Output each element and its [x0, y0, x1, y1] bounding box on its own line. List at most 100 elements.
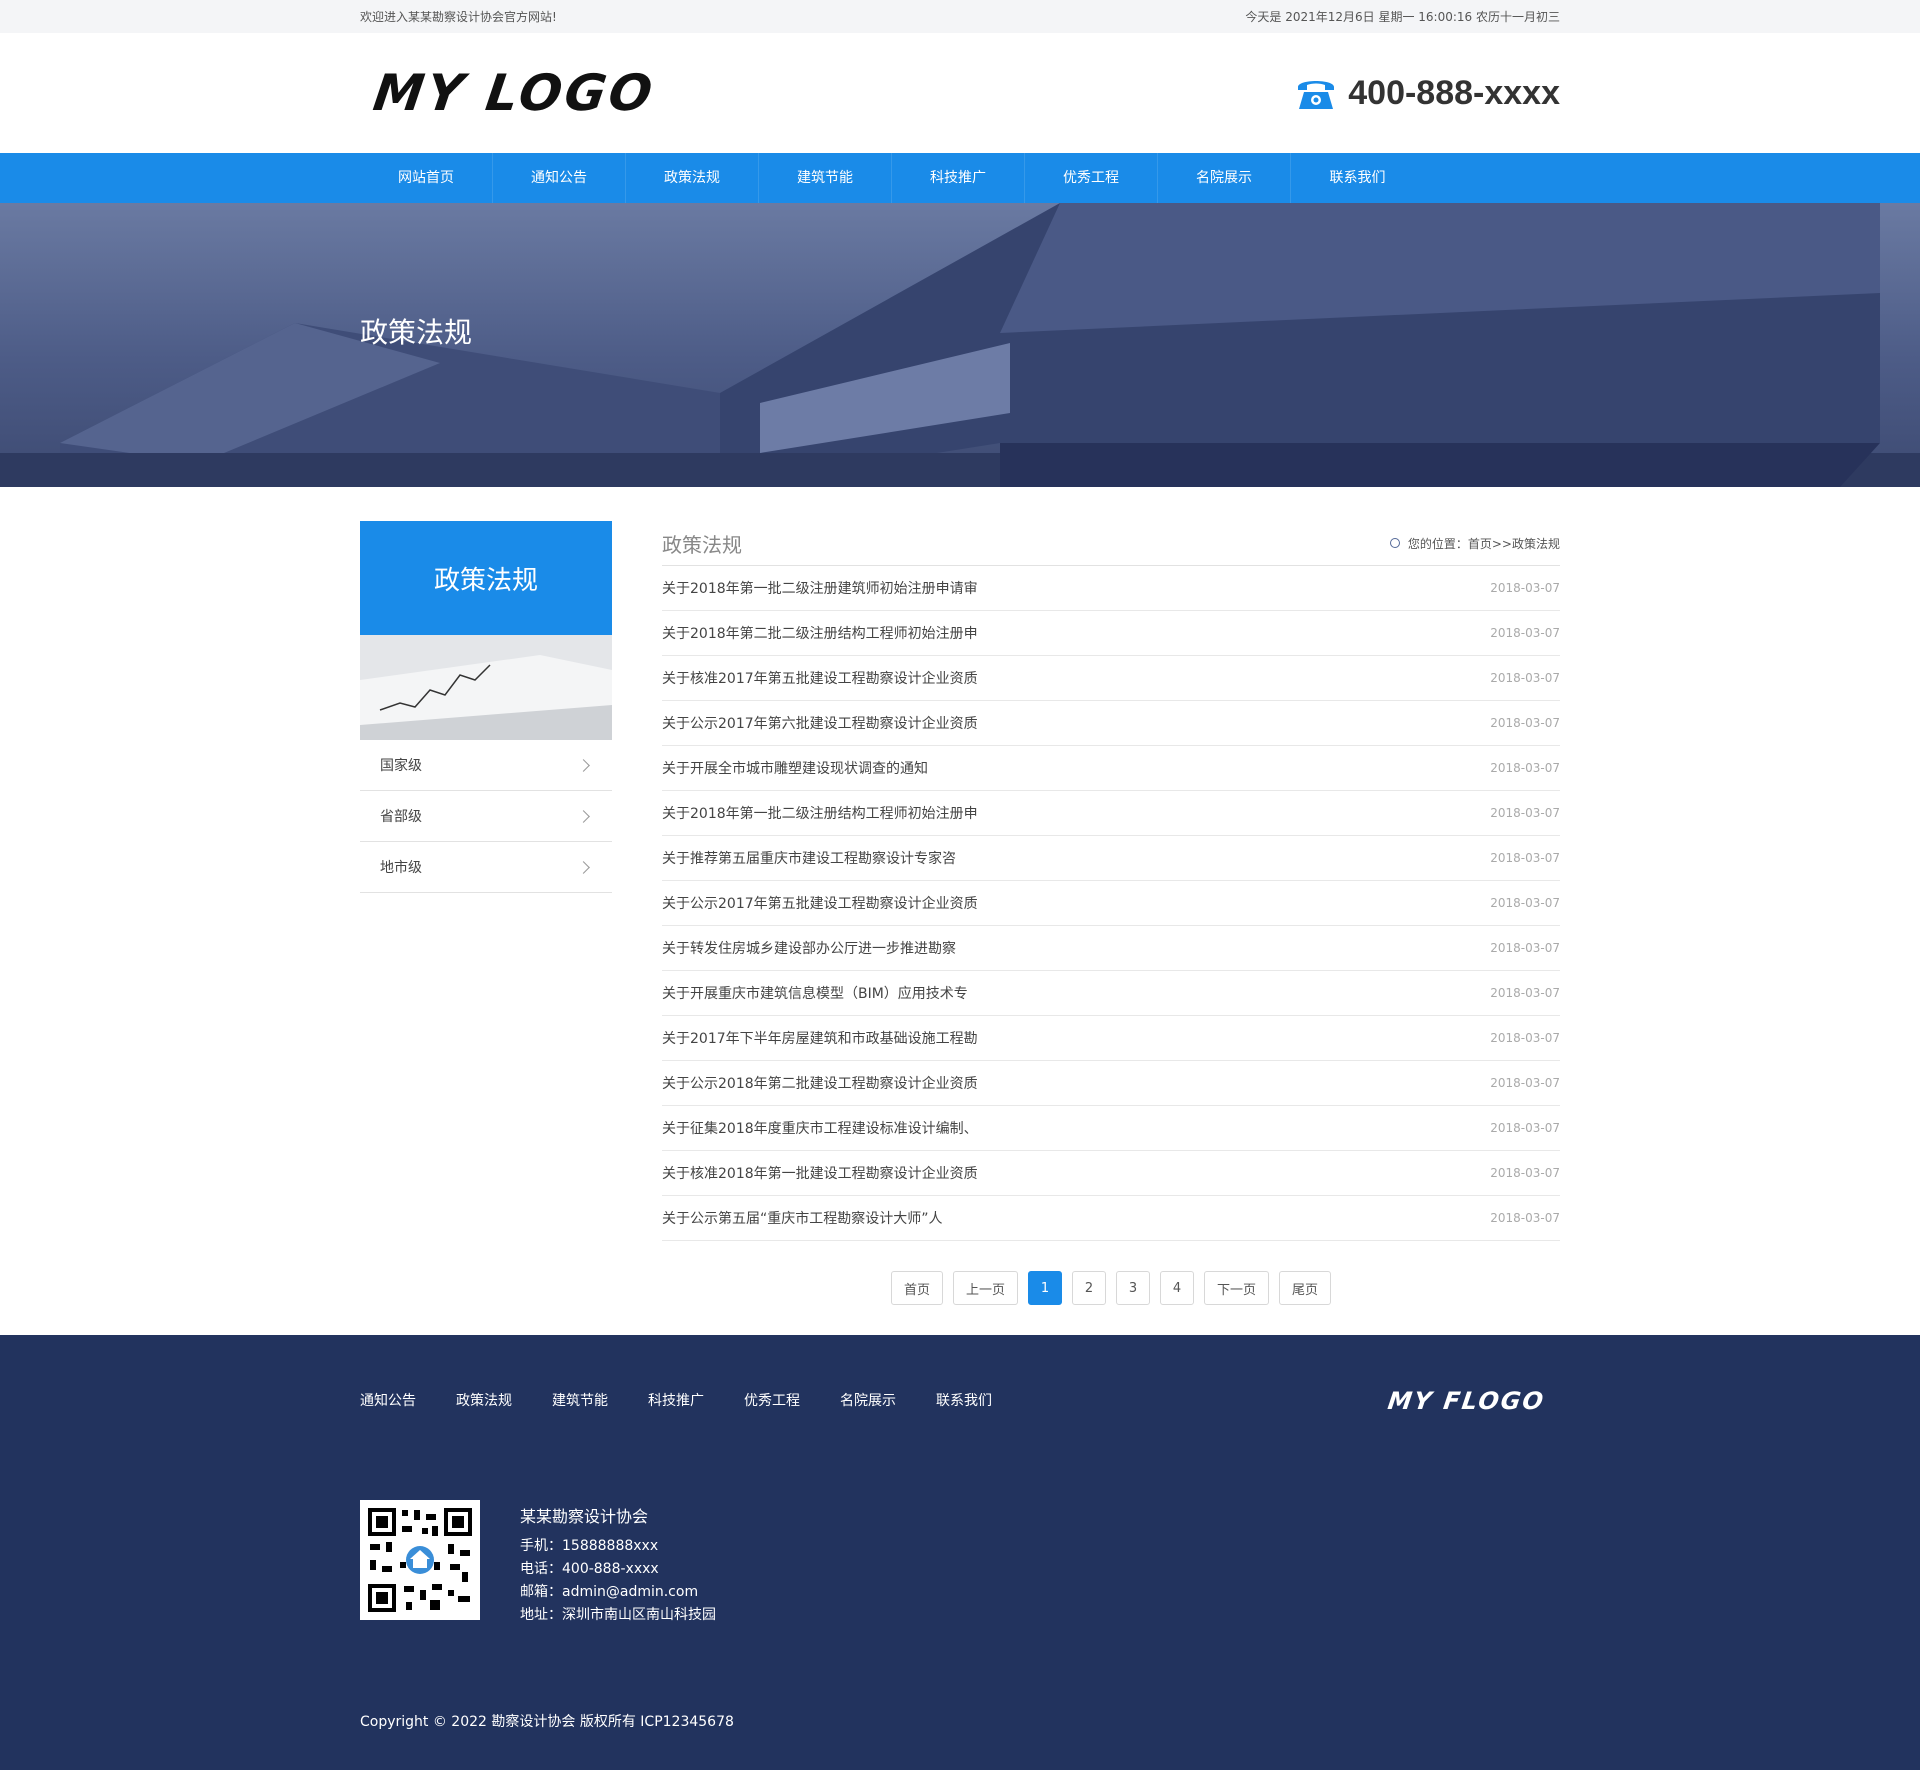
chevron-right-icon — [577, 860, 590, 874]
news-date: 2018-03-07 — [1490, 761, 1560, 775]
news-row[interactable]: 关于公示2018年第二批建设工程勘察设计企业资质 2018-03-07 — [662, 1061, 1560, 1106]
news-date: 2018-03-07 — [1490, 1211, 1560, 1225]
news-date: 2018-03-07 — [1490, 986, 1560, 1000]
news-row[interactable]: 关于2017年下半年房屋建筑和市政基础设施工程勘 2018-03-07 — [662, 1016, 1560, 1061]
header: MY LOGO 400-888-xxxx — [0, 33, 1920, 153]
news-row[interactable]: 关于核准2017年第五批建设工程勘察设计企业资质 2018-03-07 — [662, 656, 1560, 701]
sidebar-item-provincial[interactable]: 省部级 — [360, 791, 612, 842]
news-title[interactable]: 关于转发住房城乡建设部办公厅进一步推进勘察 — [662, 938, 956, 958]
news-row[interactable]: 关于核准2018年第一批建设工程勘察设计企业资质 2018-03-07 — [662, 1151, 1560, 1196]
page-1-button[interactable]: 1 — [1028, 1271, 1062, 1305]
news-date: 2018-03-07 — [1490, 896, 1560, 910]
footer-link-policies[interactable]: 政策法规 — [456, 1390, 512, 1410]
content-header: 政策法规 您的位置：首页>>政策法规 — [662, 521, 1560, 566]
news-row[interactable]: 关于开展重庆市建筑信息模型（BIM）应用技术专 2018-03-07 — [662, 971, 1560, 1016]
news-date: 2018-03-07 — [1490, 1121, 1560, 1135]
news-title[interactable]: 关于2018年第一批二级注册建筑师初始注册申请审 — [662, 578, 978, 598]
news-date: 2018-03-07 — [1490, 716, 1560, 730]
news-row[interactable]: 关于推荐第五届重庆市建设工程勘察设计专家咨 2018-03-07 — [662, 836, 1560, 881]
news-row[interactable]: 关于征集2018年度重庆市工程建设标准设计编制、 2018-03-07 — [662, 1106, 1560, 1151]
news-date: 2018-03-07 — [1490, 806, 1560, 820]
news-row[interactable]: 关于公示2017年第六批建设工程勘察设计企业资质 2018-03-07 — [662, 701, 1560, 746]
sidebar-image — [360, 635, 612, 740]
first-page-button[interactable]: 首页 — [890, 1271, 943, 1305]
news-title[interactable]: 关于2017年下半年房屋建筑和市政基础设施工程勘 — [662, 1028, 978, 1048]
footer-email: 邮箱：admin@admin.com — [520, 1584, 699, 1600]
location-dot-icon — [1389, 538, 1400, 548]
nav-item-institutes[interactable]: 名院展示 — [1158, 153, 1291, 203]
prev-page-button[interactable]: 上一页 — [952, 1271, 1018, 1305]
content-title: 政策法规 — [662, 532, 742, 557]
page-4-button[interactable]: 4 — [1160, 1271, 1194, 1305]
news-row[interactable]: 关于公示2017年第五批建设工程勘察设计企业资质 2018-03-07 — [662, 881, 1560, 926]
phone-number: 400-888-xxxx — [1348, 73, 1560, 112]
footer-logo[interactable]: MY FLOGO — [1386, 1387, 1547, 1415]
footer-nav: 通知公告 政策法规 建筑节能 科技推广 优秀工程 名院展示 联系我们 — [360, 1390, 992, 1410]
news-title[interactable]: 关于2018年第一批二级注册结构工程师初始注册申 — [662, 803, 978, 823]
banner-title: 政策法规 — [360, 316, 473, 349]
newspaper-chart-illustration — [360, 635, 612, 740]
news-title[interactable]: 关于公示2017年第五批建设工程勘察设计企业资质 — [662, 893, 978, 913]
footer-mobile: 手机：15888888xxx — [520, 1538, 659, 1554]
news-title[interactable]: 关于公示2018年第二批建设工程勘察设计企业资质 — [662, 1073, 978, 1093]
pagination: 首页 上一页 1 2 3 4 下一页 尾页 — [662, 1271, 1560, 1305]
page-3-button[interactable]: 3 — [1116, 1271, 1150, 1305]
breadcrumb: 您的位置：首页>>政策法规 — [1389, 535, 1560, 552]
news-title[interactable]: 关于开展全市城市雕塑建设现状调查的通知 — [662, 758, 928, 778]
news-date: 2018-03-07 — [1490, 1076, 1560, 1090]
news-title[interactable]: 关于核准2018年第一批建设工程勘察设计企业资质 — [662, 1163, 978, 1183]
news-date: 2018-03-07 — [1490, 1166, 1560, 1180]
nav-item-projects[interactable]: 优秀工程 — [1025, 153, 1158, 203]
hotline: 400-888-xxxx — [1294, 73, 1560, 113]
sidebar: 政策法规 国家级 省部级 地市级 — [360, 521, 612, 1305]
copyright: Copyright © 2022 勘察设计协会 版权所有 ICP12345678 — [360, 1714, 734, 1730]
footer-link-contact[interactable]: 联系我们 — [936, 1390, 992, 1410]
sidebar-item-national[interactable]: 国家级 — [360, 740, 612, 791]
news-title[interactable]: 关于核准2017年第五批建设工程勘察设计企业资质 — [662, 668, 978, 688]
sidebar-item-municipal[interactable]: 地市级 — [360, 842, 612, 893]
site-logo[interactable]: MY LOGO — [356, 64, 659, 122]
top-bar: 欢迎进入某某勘察设计协会官方网站! 今天是 2021年12月6日 星期一 16:… — [0, 0, 1920, 33]
news-row[interactable]: 关于公示第五届“重庆市工程勘察设计大师”人 2018-03-07 — [662, 1196, 1560, 1241]
footer-org-name: 某某勘察设计协会 — [520, 1507, 649, 1526]
news-row[interactable]: 关于开展全市城市雕塑建设现状调查的通知 2018-03-07 — [662, 746, 1560, 791]
footer-link-institutes[interactable]: 名院展示 — [840, 1390, 896, 1410]
news-title[interactable]: 关于推荐第五届重庆市建设工程勘察设计专家咨 — [662, 848, 956, 868]
news-row[interactable]: 关于2018年第一批二级注册结构工程师初始注册申 2018-03-07 — [662, 791, 1560, 836]
news-date: 2018-03-07 — [1490, 581, 1560, 595]
nav-item-policies[interactable]: 政策法规 — [626, 153, 759, 203]
page-banner: 政策法规 — [0, 203, 1920, 487]
last-page-button[interactable]: 尾页 — [1279, 1271, 1332, 1305]
qr-code-icon — [366, 1506, 474, 1614]
footer-link-notices[interactable]: 通知公告 — [360, 1390, 416, 1410]
breadcrumb-text[interactable]: 您的位置：首页>>政策法规 — [1408, 535, 1560, 552]
welcome-text: 欢迎进入某某勘察设计协会官方网站! — [360, 10, 557, 24]
nav-item-tech[interactable]: 科技推广 — [892, 153, 1025, 203]
news-title[interactable]: 关于公示第五届“重庆市工程勘察设计大师”人 — [662, 1208, 943, 1228]
nav-item-contact[interactable]: 联系我们 — [1291, 153, 1424, 203]
news-row[interactable]: 关于2018年第一批二级注册建筑师初始注册申请审 2018-03-07 — [662, 566, 1560, 611]
sidebar-item-label: 国家级 — [380, 758, 422, 774]
footer-contact-info: 某某勘察设计协会 手机：15888888xxx 电话：400-888-xxxx … — [520, 1503, 716, 1627]
news-title[interactable]: 关于2018年第二批二级注册结构工程师初始注册申 — [662, 623, 978, 643]
news-title[interactable]: 关于开展重庆市建筑信息模型（BIM）应用技术专 — [662, 983, 968, 1003]
footer-link-projects[interactable]: 优秀工程 — [744, 1390, 800, 1410]
news-date: 2018-03-07 — [1490, 851, 1560, 865]
footer-link-tech[interactable]: 科技推广 — [648, 1390, 704, 1410]
nav-item-home[interactable]: 网站首页 — [360, 153, 493, 203]
sidebar-header: 政策法规 — [360, 521, 612, 635]
news-title[interactable]: 关于公示2017年第六批建设工程勘察设计企业资质 — [662, 713, 978, 733]
nav-item-energy[interactable]: 建筑节能 — [759, 153, 892, 203]
page-2-button[interactable]: 2 — [1072, 1271, 1106, 1305]
nav-item-notices[interactable]: 通知公告 — [493, 153, 626, 203]
news-row[interactable]: 关于转发住房城乡建设部办公厅进一步推进勘察 2018-03-07 — [662, 926, 1560, 971]
news-row[interactable]: 关于2018年第二批二级注册结构工程师初始注册申 2018-03-07 — [662, 611, 1560, 656]
news-title[interactable]: 关于征集2018年度重庆市工程建设标准设计编制、 — [662, 1118, 978, 1138]
next-page-button[interactable]: 下一页 — [1204, 1271, 1270, 1305]
footer-link-energy[interactable]: 建筑节能 — [552, 1390, 608, 1410]
main-area: 政策法规 国家级 省部级 地市级 政策法规 您的位置：首页>>政策法规 关于20… — [0, 487, 1920, 1305]
footer-tel: 电话：400-888-xxxx — [520, 1561, 659, 1577]
news-date: 2018-03-07 — [1490, 941, 1560, 955]
telephone-icon — [1298, 81, 1335, 109]
sidebar-item-label: 地市级 — [380, 860, 422, 876]
